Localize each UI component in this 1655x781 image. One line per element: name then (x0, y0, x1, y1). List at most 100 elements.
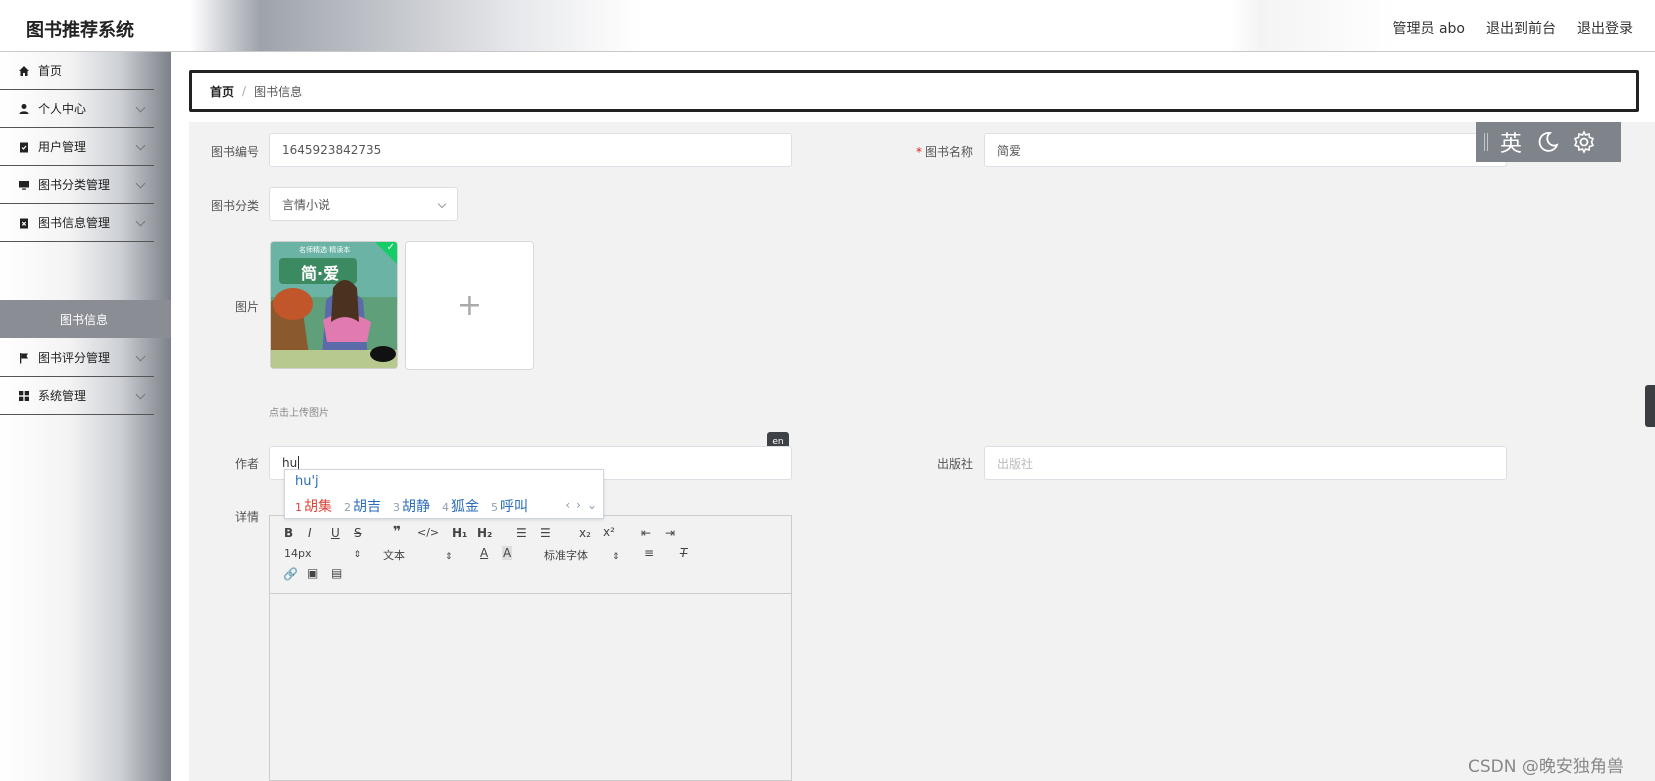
upload-image-button[interactable]: + (405, 241, 534, 370)
editor-toolbar: B I U S ❞ </> H₁ H₂ ☰ ☰ x₂ x² ⇤ ⇥ 14px ⇕ … (270, 516, 791, 594)
author-label: 作者 (234, 457, 259, 471)
flag-icon (18, 352, 30, 364)
sidebar-item-label: 首页 (38, 64, 63, 78)
chevron-up-icon (135, 216, 146, 227)
admin-user-label: 管理员 abo (1392, 21, 1465, 37)
heading1-icon[interactable]: H₁ (452, 526, 467, 540)
sidebar-item-book-info-management[interactable]: 图书信息管理 (0, 204, 154, 242)
image-label: 图片 (234, 300, 259, 314)
breadcrumb-current: 图书信息 (254, 84, 303, 99)
sidebar-item-category-management[interactable]: 图书分类管理 (0, 166, 154, 204)
gear-icon[interactable] (1572, 130, 1596, 154)
author-input-value: hu (282, 456, 298, 470)
font-family-value: 标准字体 (544, 549, 588, 562)
chevron-left-icon[interactable]: ‹ (565, 498, 570, 512)
ime-language-toggle[interactable]: 英 (1500, 126, 1522, 158)
ime-candidate[interactable]: 4 狐金 (442, 496, 479, 516)
candidate-text: 呼叫 (500, 499, 528, 515)
candidate-text: 胡集 (304, 499, 332, 515)
chevron-down-icon (135, 178, 146, 189)
heading2-icon[interactable]: H₂ (477, 526, 492, 540)
sidebar-item-label: 用户管理 (38, 140, 87, 154)
select-updown-icon: ⇕ (353, 550, 362, 560)
underline-icon[interactable]: U (331, 526, 340, 540)
code-block-icon[interactable]: </> (417, 526, 439, 539)
sidebar-item-label: 系统管理 (38, 389, 87, 403)
moon-icon[interactable] (1536, 130, 1560, 154)
font-color-icon[interactable]: A (480, 546, 488, 560)
chevron-right-icon[interactable]: › (576, 498, 581, 512)
candidate-text: 狐金 (451, 499, 479, 515)
ime-candidate-list: 1 胡集 2 胡吉 3 胡静 4 狐金 5 呼叫 (295, 496, 528, 516)
ordered-list-icon[interactable]: ☰ (516, 526, 527, 540)
sidebar-item-personal-center[interactable]: 个人中心 (0, 90, 154, 128)
select-updown-icon: ⇕ (612, 552, 620, 562)
side-panel-toggle[interactable] (1645, 385, 1655, 427)
book-name-label-wrap: * 图书名称 (893, 143, 973, 160)
check-icon: ✓ (386, 242, 395, 253)
font-size-value: 14px (284, 547, 312, 560)
subscript-icon[interactable]: x₂ (579, 526, 591, 540)
bold-icon[interactable]: B (284, 526, 293, 540)
clipboard-check-icon (18, 141, 30, 153)
ime-candidate[interactable]: 3 胡静 (393, 496, 430, 516)
category-selected-value: 言情小说 (282, 197, 331, 212)
background-color-icon[interactable]: A (502, 546, 513, 560)
breadcrumb-home[interactable]: 首页 (210, 83, 234, 100)
book-name-input[interactable]: 简爱 (984, 133, 1507, 167)
chevron-down-icon[interactable]: ⌄ (587, 498, 597, 512)
link-icon[interactable]: 🔗 (283, 567, 298, 581)
bullet-list-icon[interactable]: ☰ (540, 526, 551, 540)
ime-candidate[interactable]: 2 胡吉 (344, 496, 381, 516)
outdent-icon[interactable]: ⇤ (641, 526, 651, 540)
breadcrumb: 首页 / 图书信息 (189, 70, 1639, 112)
font-family-select[interactable]: 标准字体 ⇕ (544, 547, 620, 563)
strikethrough-icon[interactable]: S (354, 526, 362, 540)
ime-candidate[interactable]: 5 呼叫 (491, 496, 528, 516)
sidebar-item-label: 个人中心 (38, 102, 87, 116)
chevron-down-icon (135, 389, 146, 400)
chevron-down-icon (437, 199, 447, 209)
front-link[interactable]: 退出到前台 (1486, 18, 1556, 38)
rich-text-editor[interactable]: B I U S ❞ </> H₁ H₂ ☰ ☰ x₂ x² ⇤ ⇥ 14px ⇕ … (269, 515, 792, 781)
sidebar-item-user-management[interactable]: 用户管理 (0, 128, 154, 166)
monitor-icon (18, 179, 30, 191)
chevron-down-icon (135, 102, 146, 113)
book-cover-thumbnail[interactable]: 名师精选·精读本 简·爱 ✓ (270, 241, 398, 369)
breadcrumb-separator: / (242, 84, 247, 98)
logout-link[interactable]: 退出登录 (1577, 18, 1633, 38)
font-size-select[interactable]: 14px ⇕ (284, 547, 361, 560)
ime-candidate[interactable]: 1 胡集 (295, 496, 332, 516)
sidebar-item-system-management[interactable]: 系统管理 (0, 377, 154, 415)
book-no-input[interactable]: 1645923842735 (269, 133, 792, 167)
watermark: CSDN @晚安独角兽 (1468, 757, 1624, 777)
indent-icon[interactable]: ⇥ (665, 526, 675, 540)
detail-label: 详情 (234, 510, 259, 524)
chevron-down-icon (135, 140, 146, 151)
clear-format-icon[interactable]: T̶ (680, 546, 687, 560)
category-select[interactable]: 言情小说 (269, 187, 458, 221)
upload-success-badge: ✓ (375, 242, 397, 264)
superscript-icon[interactable]: x² (603, 525, 615, 539)
drag-handle[interactable] (1484, 133, 1488, 151)
sidebar-item-rating-management[interactable]: 图书评分管理 (0, 339, 154, 377)
blockquote-icon[interactable]: ❞ (393, 524, 401, 540)
chevron-down-icon (135, 351, 146, 362)
book-no-label: 图书编号 (210, 145, 259, 159)
italic-icon[interactable]: I (308, 526, 312, 540)
candidate-number: 2 (344, 501, 351, 514)
ime-pager: ‹ › ⌄ (565, 498, 597, 512)
sidebar-subitem-book-info[interactable]: 图书信息 (0, 300, 171, 338)
candidate-number: 1 (295, 501, 302, 514)
ime-status-toolbar: 英 (1476, 122, 1621, 162)
sidebar-item-home[interactable]: 首页 (0, 52, 154, 90)
image-icon[interactable]: ▣ (307, 566, 318, 580)
sidebar-item-label: 图书信息管理 (38, 216, 111, 230)
cover-title-text: 简·爱 (301, 264, 340, 283)
video-icon[interactable]: ▤ (331, 566, 342, 580)
publisher-input[interactable]: 出版社 (984, 446, 1507, 480)
top-header: 图书推荐系统 管理员 abo 退出到前台 退出登录 (0, 0, 1655, 52)
block-format-select[interactable]: 文本 ⇕ (383, 547, 453, 563)
align-icon[interactable]: ≡ (644, 546, 654, 560)
candidate-number: 3 (393, 501, 400, 514)
